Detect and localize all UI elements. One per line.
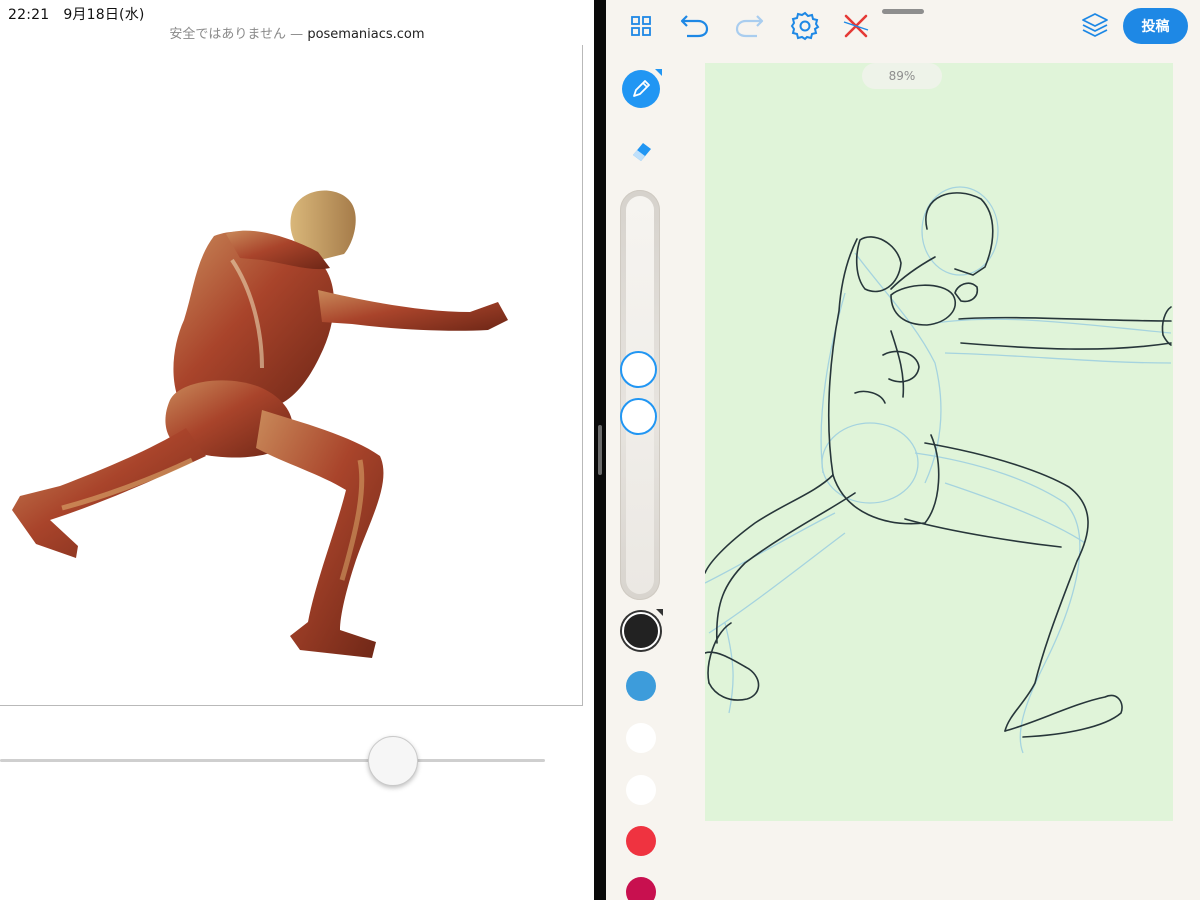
layers-button[interactable] [1077,8,1113,44]
color-settings-indicator [656,609,663,616]
settings-button[interactable] [787,8,823,44]
window-grab-bar[interactable] [882,9,924,14]
zoom-indicator: 89% [862,63,942,89]
status-time: 22:21 [8,7,50,23]
url-separator: — [286,27,308,42]
eraser-icon [633,143,651,161]
gallery-button[interactable] [623,8,659,44]
address-bar[interactable]: 安全ではありません — posemaniacs.com [0,23,594,42]
security-warning: 安全ではありません [169,27,287,42]
url-host: posemaniacs.com [307,27,425,42]
drawing-app-pane: 投稿 89% [606,0,1200,900]
close-icon [843,14,869,38]
post-button[interactable]: 投稿 [1123,8,1188,44]
brush-size-slider[interactable] [620,190,660,600]
brush-size-knob[interactable] [620,351,657,389]
color-swatch[interactable] [626,826,656,856]
drawing-canvas[interactable] [705,63,1173,821]
color-swatch[interactable] [626,775,656,805]
split-view-handle[interactable] [598,425,602,475]
pen-settings-indicator [655,69,662,76]
layers-icon [1082,13,1108,37]
gear-icon [790,11,820,41]
color-swatch[interactable] [622,609,663,650]
rotation-slider-thumb[interactable] [368,736,418,786]
color-swatch[interactable] [626,671,656,701]
status-date: 9月18日(水) [63,7,145,23]
anatomy-figure-image [12,190,508,658]
pen-tool-button[interactable] [622,69,662,108]
status-bar: 22:21 9月18日(水) [8,4,145,24]
sketch-drawing [705,186,1172,754]
rotation-slider-track[interactable] [0,759,545,762]
redo-button[interactable] [732,8,768,44]
undo-icon [680,15,709,38]
browser-pane: 22:21 9月18日(水) 安全ではありません — posemaniacs.c… [0,0,594,900]
color-swatch[interactable] [626,877,656,900]
color-swatch[interactable] [626,723,656,753]
eraser-tool-button[interactable] [626,136,656,166]
split-view-divider [594,0,606,900]
brush-size-track [626,196,654,594]
undo-button[interactable] [676,8,712,44]
brush-opacity-knob[interactable] [620,398,657,436]
pencil-icon [633,80,650,97]
clear-canvas-button[interactable] [838,8,874,44]
redo-icon [735,15,764,38]
grid-icon [631,16,651,36]
